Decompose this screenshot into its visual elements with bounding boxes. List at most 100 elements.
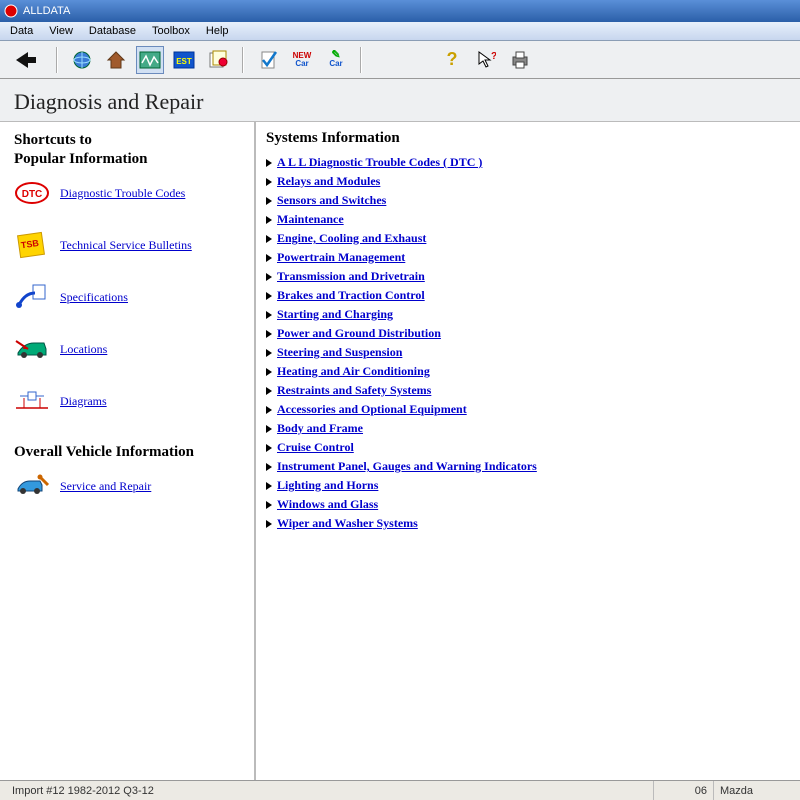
new-car-button[interactable]: NEWCar — [288, 46, 316, 74]
systems-item[interactable]: Lighting and Horns — [266, 476, 790, 495]
expand-triangle-icon — [266, 368, 272, 376]
back-button[interactable] — [6, 46, 46, 74]
quotes-icon[interactable] — [204, 46, 232, 74]
expand-triangle-icon — [266, 463, 272, 471]
systems-link[interactable]: Maintenance — [277, 210, 344, 229]
estimate-icon[interactable]: EST — [170, 46, 198, 74]
menu-help[interactable]: Help — [198, 23, 237, 39]
status-right: Mazda — [714, 781, 794, 800]
systems-link[interactable]: Instrument Panel, Gauges and Warning Ind… — [277, 457, 537, 476]
sidebar: Shortcuts to Popular Information DTC Dia… — [0, 122, 256, 780]
systems-item[interactable]: Heating and Air Conditioning — [266, 362, 790, 381]
status-left: Import #12 1982-2012 Q3-12 — [6, 781, 654, 800]
shortcut-specs[interactable]: Specifications — [14, 282, 244, 312]
shortcut-link[interactable]: Diagrams — [60, 394, 107, 409]
shortcut-link[interactable]: Diagnostic Trouble Codes — [60, 186, 185, 201]
shortcut-link[interactable]: Technical Service Bulletins — [60, 238, 192, 253]
systems-item[interactable]: Steering and Suspension — [266, 343, 790, 362]
diagrams-icon — [14, 386, 50, 416]
systems-link[interactable]: Accessories and Optional Equipment — [277, 400, 467, 419]
systems-link[interactable]: Body and Frame — [277, 419, 363, 438]
shortcut-service-repair[interactable]: Service and Repair — [14, 471, 244, 501]
systems-link[interactable]: A L L Diagnostic Trouble Codes ( DTC ) — [277, 153, 482, 172]
expand-triangle-icon — [266, 387, 272, 395]
toolbar-separator — [56, 47, 58, 73]
shortcut-dtc[interactable]: DTC Diagnostic Trouble Codes — [14, 178, 244, 208]
globe-icon[interactable] — [68, 46, 96, 74]
systems-link[interactable]: Powertrain Management — [277, 248, 405, 267]
systems-item[interactable]: Maintenance — [266, 210, 790, 229]
expand-triangle-icon — [266, 292, 272, 300]
shortcut-link[interactable]: Service and Repair — [60, 479, 151, 494]
systems-item[interactable]: Engine, Cooling and Exhaust — [266, 229, 790, 248]
shortcut-link[interactable]: Locations — [60, 342, 107, 357]
print-icon[interactable] — [506, 46, 534, 74]
menubar: Data View Database Toolbox Help — [0, 22, 800, 41]
systems-link[interactable]: Cruise Control — [277, 438, 354, 457]
systems-link[interactable]: Engine, Cooling and Exhaust — [277, 229, 426, 248]
systems-link[interactable]: Sensors and Switches — [277, 191, 386, 210]
systems-item[interactable]: Powertrain Management — [266, 248, 790, 267]
systems-item[interactable]: Relays and Modules — [266, 172, 790, 191]
dtc-icon: DTC — [14, 178, 50, 208]
systems-link[interactable]: Power and Ground Distribution — [277, 324, 441, 343]
shortcut-diagrams[interactable]: Diagrams — [14, 386, 244, 416]
systems-item[interactable]: Cruise Control — [266, 438, 790, 457]
expand-triangle-icon — [266, 159, 272, 167]
overall-heading: Overall Vehicle Information — [14, 444, 244, 461]
systems-item[interactable]: Body and Frame — [266, 419, 790, 438]
expand-triangle-icon — [266, 444, 272, 452]
systems-link[interactable]: Wiper and Washer Systems — [277, 514, 418, 533]
systems-item[interactable]: Wiper and Washer Systems — [266, 514, 790, 533]
shortcut-link[interactable]: Specifications — [60, 290, 128, 305]
systems-item[interactable]: Power and Ground Distribution — [266, 324, 790, 343]
systems-link[interactable]: Lighting and Horns — [277, 476, 378, 495]
locations-icon — [14, 334, 50, 364]
systems-item[interactable]: Transmission and Drivetrain — [266, 267, 790, 286]
app-icon — [4, 4, 18, 18]
menu-database[interactable]: Database — [81, 23, 144, 39]
systems-item[interactable]: Sensors and Switches — [266, 191, 790, 210]
expand-triangle-icon — [266, 406, 272, 414]
systems-item[interactable]: Restraints and Safety Systems — [266, 381, 790, 400]
svg-text:EST: EST — [176, 57, 192, 66]
systems-heading: Systems Information — [266, 130, 790, 147]
check-icon[interactable] — [254, 46, 282, 74]
systems-link[interactable]: Steering and Suspension — [277, 343, 402, 362]
systems-item[interactable]: Windows and Glass — [266, 495, 790, 514]
systems-item[interactable]: Accessories and Optional Equipment — [266, 400, 790, 419]
systems-list: A L L Diagnostic Trouble Codes ( DTC )Re… — [266, 153, 790, 533]
menu-view[interactable]: View — [41, 23, 81, 39]
expand-triangle-icon — [266, 349, 272, 357]
systems-link[interactable]: Heating and Air Conditioning — [277, 362, 430, 381]
shortcut-locations[interactable]: Locations — [14, 334, 244, 364]
toolbar-separator — [360, 47, 362, 73]
cursor-help-icon[interactable]: ? — [472, 46, 500, 74]
systems-item[interactable]: Instrument Panel, Gauges and Warning Ind… — [266, 457, 790, 476]
systems-link[interactable]: Transmission and Drivetrain — [277, 267, 425, 286]
systems-item[interactable]: Starting and Charging — [266, 305, 790, 324]
expand-triangle-icon — [266, 311, 272, 319]
systems-link[interactable]: Starting and Charging — [277, 305, 393, 324]
systems-link[interactable]: Relays and Modules — [277, 172, 380, 191]
home-icon[interactable] — [102, 46, 130, 74]
expand-triangle-icon — [266, 216, 272, 224]
systems-link[interactable]: Windows and Glass — [277, 495, 378, 514]
help-icon[interactable]: ? — [438, 46, 466, 74]
expand-triangle-icon — [266, 178, 272, 186]
shortcuts-heading-2: Popular Information — [14, 151, 244, 168]
expand-triangle-icon — [266, 501, 272, 509]
menu-toolbox[interactable]: Toolbox — [144, 23, 198, 39]
systems-item[interactable]: A L L Diagnostic Trouble Codes ( DTC ) — [266, 153, 790, 172]
systems-item[interactable]: Brakes and Traction Control — [266, 286, 790, 305]
statusbar: Import #12 1982-2012 Q3-12 06 Mazda — [0, 780, 800, 800]
systems-link[interactable]: Restraints and Safety Systems — [277, 381, 431, 400]
menu-data[interactable]: Data — [2, 23, 41, 39]
svg-text:?: ? — [491, 51, 496, 62]
diagnose-icon[interactable] — [136, 46, 164, 74]
edit-car-button[interactable]: ✎Car — [322, 46, 350, 74]
tsb-icon: TSB — [14, 230, 50, 260]
shortcut-tsb[interactable]: TSB Technical Service Bulletins — [14, 230, 244, 260]
page-title: Diagnosis and Repair — [0, 79, 800, 122]
systems-link[interactable]: Brakes and Traction Control — [277, 286, 425, 305]
